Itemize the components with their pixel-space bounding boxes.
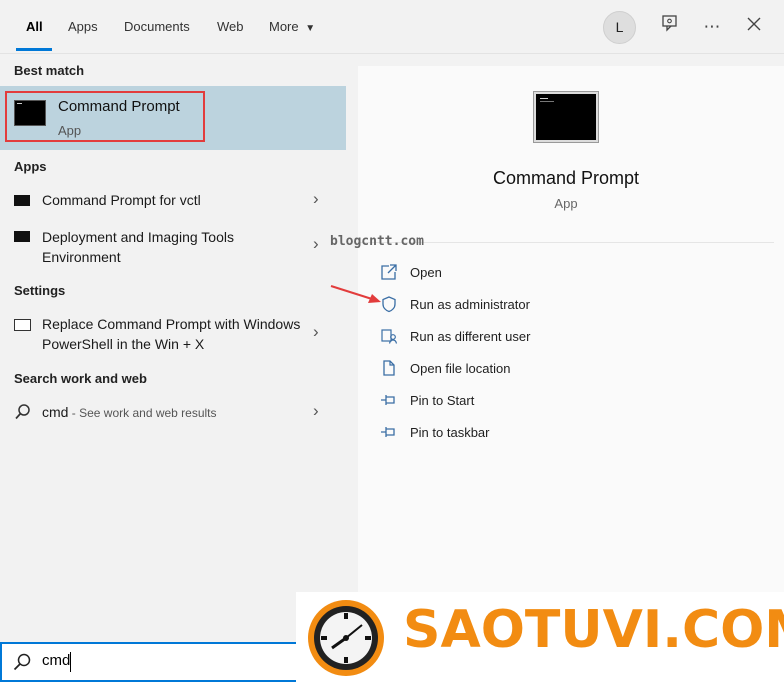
command-prompt-icon [14, 195, 30, 206]
preview-subtitle: App [554, 196, 578, 211]
action-run-as-different-user[interactable]: Run as different user [410, 329, 530, 344]
search-input-value: cmd [42, 652, 71, 669]
chevron-down-icon: ▼ [305, 23, 316, 34]
web-query: cmd [42, 404, 69, 420]
tab-all[interactable]: All [26, 0, 43, 54]
pin-icon [380, 423, 398, 441]
search-icon [12, 652, 32, 677]
blog-watermark: blogcntt.com [330, 234, 424, 249]
feedback-icon[interactable] [657, 14, 683, 40]
logo-text: SAOTUVI.COM [403, 600, 784, 660]
chevron-right-icon[interactable]: › [313, 189, 319, 209]
tab-apps[interactable]: Apps [68, 0, 98, 54]
tab-more-label: More [269, 19, 299, 34]
tab-more[interactable]: More ▼ [269, 0, 315, 54]
command-prompt-icon [533, 91, 599, 143]
settings-window-icon [14, 319, 31, 331]
action-pin-to-start[interactable]: Pin to Start [410, 393, 474, 408]
action-pin-to-taskbar[interactable]: Pin to taskbar [410, 425, 490, 440]
avatar[interactable]: L [603, 11, 636, 44]
preview-title: Command Prompt [492, 168, 640, 188]
settings-heading: Settings [14, 283, 66, 298]
tab-documents[interactable]: Documents [124, 0, 190, 54]
action-open[interactable]: Open [410, 265, 442, 280]
text-caret [70, 652, 71, 672]
command-prompt-icon [14, 231, 30, 242]
web-hint: - See work and web results [68, 406, 217, 420]
clock-logo-icon [308, 600, 384, 676]
settings-item-label[interactable]: Replace Command Prompt with Windows Powe… [42, 314, 302, 354]
app-item-label[interactable]: Deployment and Imaging Tools Environment [42, 227, 282, 267]
action-open-file-location[interactable]: Open file location [410, 361, 510, 376]
file-icon [380, 359, 398, 377]
web-search-item[interactable]: cmd - See work and web results [42, 402, 217, 423]
close-icon[interactable] [741, 14, 767, 40]
web-heading: Search work and web [14, 371, 147, 386]
apps-heading: Apps [14, 159, 47, 174]
active-tab-indicator [16, 48, 52, 51]
annotation-highlight-box [5, 91, 205, 142]
chevron-right-icon[interactable]: › [313, 322, 319, 342]
annotation-arrow-icon [330, 285, 381, 303]
search-icon [14, 403, 32, 421]
tab-web[interactable]: Web [217, 0, 244, 54]
app-item-label[interactable]: Command Prompt for vctl [42, 190, 201, 210]
ellipsis-icon[interactable]: ⋯ [699, 14, 725, 40]
open-icon [380, 263, 398, 281]
chevron-right-icon[interactable]: › [313, 234, 319, 254]
user-icon [380, 327, 398, 345]
chevron-right-icon[interactable]: › [313, 401, 319, 421]
best-match-heading: Best match [14, 63, 85, 78]
action-run-as-admin[interactable]: Run as administrator [410, 297, 530, 312]
pin-icon [380, 391, 398, 409]
